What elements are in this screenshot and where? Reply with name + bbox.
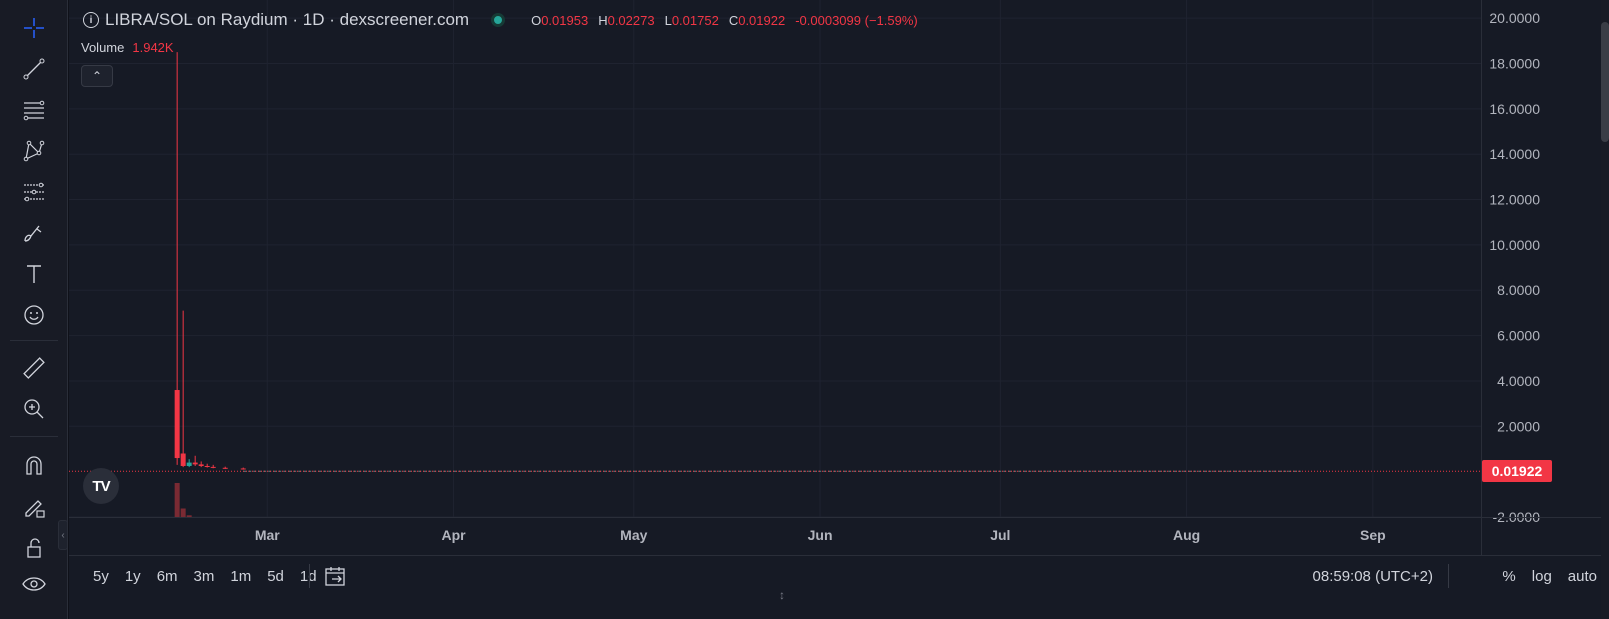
auto-toggle[interactable]: auto — [1568, 568, 1597, 585]
x-tick-label: Mar — [255, 527, 280, 543]
range-1m[interactable]: 1m — [222, 568, 259, 585]
bottom-toolbar: 5y 1y 6m 3m 1m 5d 1d ↕ 08:59:08 (UTC+2) … — [69, 555, 1609, 619]
x-tick-label: May — [620, 527, 647, 543]
calendar-goto-icon[interactable] — [323, 564, 349, 588]
chart-area[interactable]: 20.0000 18.0000 16.0000 14.0000 12.0000 10.00… — [69, 0, 1609, 619]
range-5d[interactable]: 5d — [259, 568, 292, 585]
trend-line-icon[interactable] — [14, 51, 54, 87]
chevron-up-icon[interactable]: ⌃ — [81, 65, 113, 87]
candle-body — [186, 462, 192, 466]
range-5y[interactable]: 5y — [85, 568, 117, 585]
last-price-badge: 0.01922 — [1482, 460, 1552, 483]
range-1y[interactable]: 1y — [117, 568, 149, 585]
x-tick-label: Sep — [1360, 527, 1386, 543]
y-tick-label: 8.0000 — [1497, 282, 1540, 298]
forecast-icon[interactable] — [14, 174, 54, 210]
y-tick-label: 20.0000 — [1489, 10, 1540, 26]
ruler-icon[interactable] — [14, 350, 54, 386]
market-status-dot — [491, 13, 506, 27]
symbol-title[interactable]: LIBRA/SOL on Raydium · 1D · dexscreener.… — [105, 10, 469, 30]
brush-icon[interactable] — [14, 215, 54, 251]
volume-bar — [186, 515, 192, 517]
chart-legend: i LIBRA/SOL on Raydium · 1D · dexscreene… — [83, 10, 918, 30]
volume-legend: Volume 1.942K — [81, 40, 174, 55]
volume-label: Volume — [81, 40, 125, 55]
price-change: -0.0003099 (−1.59%) — [795, 12, 918, 28]
tradingview-logo[interactable]: TV — [83, 468, 119, 504]
crosshair-icon[interactable] — [14, 10, 54, 46]
x-tick-label: Apr — [441, 527, 466, 543]
lock-drawing-pencil-icon[interactable] — [14, 489, 54, 525]
y-tick-label: 10.0000 — [1489, 237, 1540, 253]
range-buttons: 5y 1y 6m 3m 1m 5d 1d — [85, 568, 325, 585]
y-tick-label: 18.0000 — [1489, 55, 1540, 71]
scrollbar-thumb[interactable] — [1601, 22, 1609, 142]
y-tick-label: 16.0000 — [1489, 101, 1540, 117]
zoom-in-icon[interactable] — [14, 391, 54, 427]
candle-body — [240, 468, 246, 470]
volume-bar — [174, 483, 180, 517]
resize-arrow-icon[interactable]: ↕ — [779, 588, 785, 602]
scale-options: % log auto — [1502, 568, 1597, 585]
candle-body — [204, 465, 210, 467]
magnet-icon[interactable] — [14, 448, 54, 484]
ohlc-values: O0.01953 H0.02273 L0.01752 C0.01922 -0.0… — [531, 12, 918, 28]
y-tick-label: 4.0000 — [1497, 373, 1540, 389]
lock-icon[interactable] — [14, 530, 54, 566]
candle-body — [174, 390, 180, 459]
candle-body — [210, 466, 216, 468]
percent-toggle[interactable]: % — [1502, 568, 1515, 585]
eye-icon[interactable] — [14, 566, 54, 602]
candle-body — [198, 464, 204, 466]
x-tick-label: Jun — [808, 527, 833, 543]
log-toggle[interactable]: log — [1532, 568, 1552, 585]
pattern-icon[interactable] — [14, 133, 54, 169]
info-icon[interactable]: i — [83, 12, 99, 28]
y-tick-label: 2.0000 — [1497, 418, 1540, 434]
page-scrollbar[interactable] — [1601, 0, 1609, 619]
volume-value: 1.942K — [132, 40, 174, 55]
y-tick-label: 6.0000 — [1497, 328, 1540, 344]
y-tick-label: 12.0000 — [1489, 192, 1540, 208]
x-tick-label: Aug — [1173, 527, 1200, 543]
range-6m[interactable]: 6m — [149, 568, 186, 585]
text-tool-icon[interactable] — [14, 256, 54, 292]
volume-bar — [180, 508, 186, 517]
y-tick-label: 14.0000 — [1489, 146, 1540, 162]
toolbar-collapse-handle[interactable]: ‹ — [58, 520, 68, 550]
x-tick-label: Jul — [990, 527, 1010, 543]
range-3m[interactable]: 3m — [186, 568, 223, 585]
candle-body — [192, 462, 198, 465]
emoji-icon[interactable] — [14, 297, 54, 333]
price-chart[interactable]: 20.0000 18.0000 16.0000 14.0000 12.0000 10.00… — [69, 0, 1609, 555]
clock[interactable]: 08:59:08 (UTC+2) — [1313, 568, 1433, 585]
candle-body — [222, 467, 228, 469]
candle-body — [180, 453, 186, 466]
fib-retracement-icon[interactable] — [14, 92, 54, 128]
